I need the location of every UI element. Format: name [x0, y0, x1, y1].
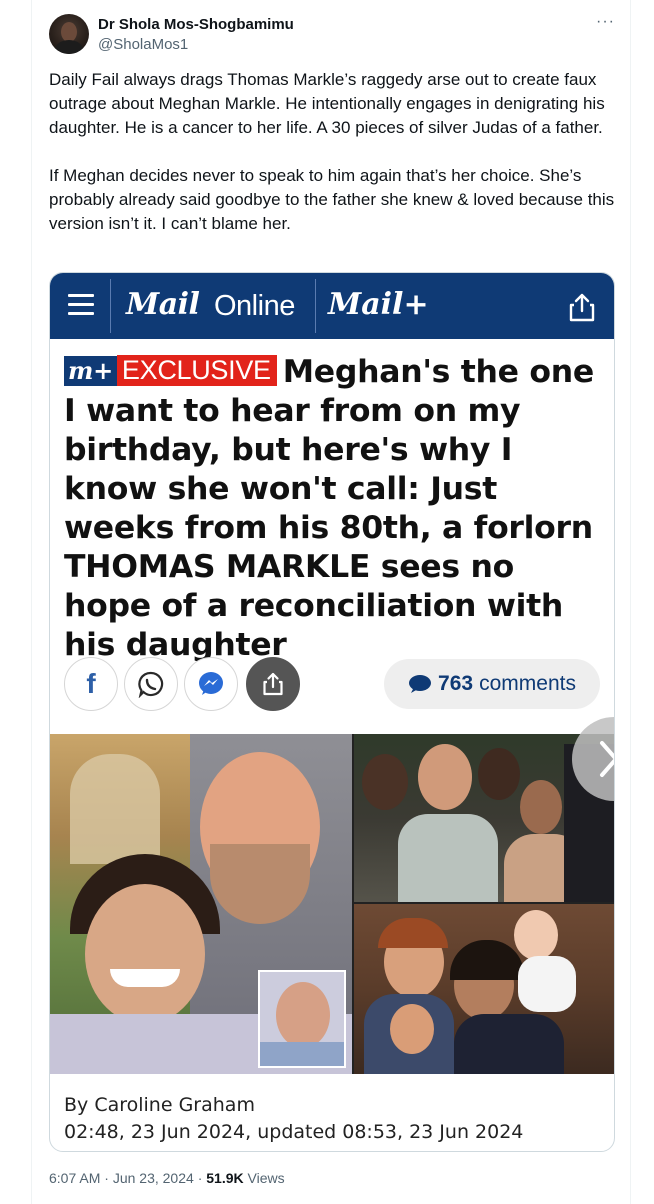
messenger-icon: [199, 672, 223, 695]
share-more-button[interactable]: [246, 657, 300, 711]
comments-count: 763: [438, 672, 474, 695]
mplus-badge: m+: [64, 356, 117, 386]
tweet-paragraph: If Meghan decides never to speak to him …: [49, 166, 615, 233]
tweet-card[interactable]: Dr Shola Mos-Shogbamimu @SholaMos1 ··· D…: [31, 0, 631, 1204]
article-photo-collage[interactable]: [50, 734, 614, 1074]
facebook-share-button[interactable]: f: [64, 657, 118, 711]
chevron-right-icon: [600, 741, 614, 777]
tweet-metadata: 6:07 AM · Jun 23, 2024 · 51.9K Views: [49, 1170, 285, 1186]
tweet-text: Daily Fail always drags Thomas Markle’s …: [49, 68, 615, 260]
tweet-paragraph: Daily Fail always drags Thomas Markle’s …: [49, 70, 605, 137]
article-byline: By Caroline Graham 02:48, 23 Jun 2024, u…: [64, 1092, 523, 1146]
photo-family-with-children: [354, 904, 614, 1074]
author-handle[interactable]: @SholaMos1: [98, 36, 188, 53]
mail-logo: Mail: [126, 287, 200, 322]
views-count[interactable]: 51.9K: [206, 1170, 243, 1186]
mailplus-logo: Mail+: [328, 287, 429, 322]
mailonline-header: Mail Online Mail+: [50, 273, 614, 339]
avatar[interactable]: [49, 14, 89, 54]
carousel-next-button[interactable]: [572, 717, 614, 801]
comments-label: comments: [479, 672, 576, 695]
share-icon: [263, 672, 283, 696]
whatsapp-share-button[interactable]: [124, 657, 178, 711]
tweet-date[interactable]: Jun 23, 2024: [113, 1170, 194, 1186]
byline-timestamp: 02:48, 23 Jun 2024, updated 08:53, 23 Ju…: [64, 1121, 524, 1143]
views-label: Views: [247, 1170, 285, 1186]
author-name[interactable]: Dr Shola Mos-Shogbamimu: [98, 16, 294, 33]
exclusive-badge: EXCLUSIVE: [116, 355, 277, 386]
photo-thomas-and-meghan: [50, 734, 352, 1074]
online-logo: Online: [214, 290, 295, 322]
comment-bubble-icon: [409, 675, 432, 693]
messenger-share-button[interactable]: [184, 657, 238, 711]
comments-button[interactable]: 763 comments: [384, 659, 600, 709]
byline-author[interactable]: By Caroline Graham: [64, 1092, 523, 1119]
more-horizontal-icon[interactable]: ···: [596, 14, 615, 30]
headline-text: Meghan's the one I want to hear from on …: [64, 354, 594, 663]
article-headline[interactable]: m+ EXCLUSIVE Meghan's the one I want to he…: [64, 353, 604, 665]
tweet-time[interactable]: 6:07 AM: [49, 1170, 100, 1186]
whatsapp-icon: [138, 671, 164, 698]
menu-icon[interactable]: [68, 294, 94, 316]
facebook-icon: f: [86, 668, 96, 699]
attached-image[interactable]: Mail Online Mail+ m+ EXCLUSIVE Meghan's th…: [49, 272, 615, 1152]
share-icon[interactable]: [566, 291, 598, 323]
